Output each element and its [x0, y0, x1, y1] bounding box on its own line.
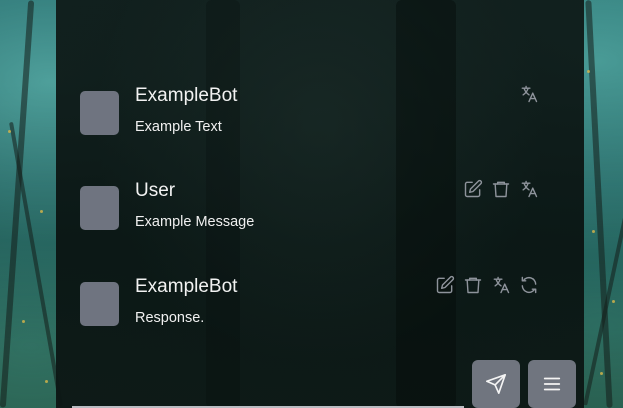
message-actions	[434, 274, 540, 298]
edit-icon[interactable]	[462, 178, 484, 200]
message-actions	[462, 178, 540, 202]
regenerate-icon[interactable]	[518, 274, 540, 296]
chat-message: ExampleBot Example Text	[80, 85, 540, 151]
delete-icon[interactable]	[462, 274, 484, 296]
edit-icon[interactable]	[434, 274, 456, 296]
chat-panel: ExampleBot Example Text User Example Mes…	[56, 0, 584, 408]
message-text: Response.	[135, 310, 205, 326]
translate-icon[interactable]	[518, 178, 540, 200]
message-author: ExampleBot	[135, 85, 238, 106]
menu-button[interactable]	[528, 360, 576, 408]
message-author: User	[135, 180, 176, 201]
message-actions	[518, 83, 540, 107]
send-button[interactable]	[472, 360, 520, 408]
send-icon	[486, 374, 506, 394]
chat-message: ExampleBot Response.	[80, 275, 540, 342]
message-author: ExampleBot	[135, 276, 238, 297]
avatar[interactable]	[80, 282, 119, 326]
translate-icon[interactable]	[490, 274, 512, 296]
menu-icon	[543, 377, 561, 391]
delete-icon[interactable]	[490, 178, 512, 200]
message-text: Example Text	[135, 119, 222, 135]
message-text: Example Message	[135, 214, 255, 230]
avatar[interactable]	[80, 91, 119, 135]
translate-icon[interactable]	[518, 83, 540, 105]
avatar[interactable]	[80, 186, 119, 230]
chat-message: User Example Message	[80, 179, 540, 246]
